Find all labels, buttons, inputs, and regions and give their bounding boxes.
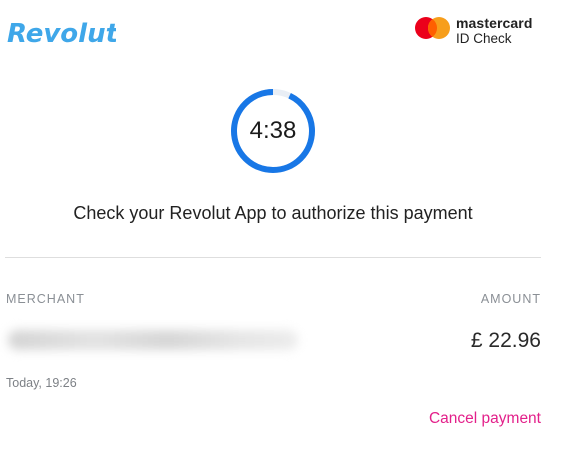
- payment-amount: £ 22.96: [470, 329, 541, 352]
- divider: [5, 257, 541, 258]
- countdown-timer: 4:38: [230, 88, 316, 174]
- mastercard-name: mastercard: [456, 15, 533, 31]
- revolut-logo: Revolut: [6, 14, 116, 48]
- merchant-name-redacted: [8, 330, 298, 350]
- cancel-payment-link[interactable]: Cancel payment: [429, 410, 541, 428]
- mastercard-id-check-logo: mastercard ID Check: [414, 16, 554, 46]
- timer-value: 4:38: [249, 117, 297, 144]
- amount-label: AMOUNT: [480, 292, 541, 306]
- authorization-instruction: Check your Revolut App to authorize this…: [73, 203, 473, 223]
- mastercard-circles-icon: [415, 17, 450, 39]
- revolut-logo-text: Revolut: [7, 19, 116, 48]
- merchant-label: MERCHANT: [6, 292, 85, 306]
- payment-date: Today, 19:26: [6, 376, 77, 390]
- mastercard-sub: ID Check: [456, 31, 512, 46]
